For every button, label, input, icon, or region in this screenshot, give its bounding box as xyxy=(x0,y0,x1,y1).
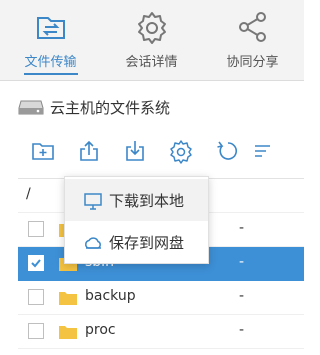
file-transfer-icon xyxy=(36,17,65,39)
menu-item-download-local[interactable]: 下载到本地 xyxy=(65,179,208,221)
cloud-drive-icon xyxy=(85,237,101,249)
new-folder-button[interactable] xyxy=(30,138,56,164)
download-button[interactable] xyxy=(122,138,148,164)
top-tab-bar: 文件传输 会话详情 协同分享 xyxy=(0,0,304,80)
file-size: - xyxy=(239,288,245,304)
upload-button[interactable] xyxy=(76,138,102,164)
file-toolbar xyxy=(18,134,288,168)
row-checkbox[interactable] xyxy=(28,323,44,339)
sort-button[interactable] xyxy=(250,138,276,164)
menu-item-save-to-cloud[interactable]: 保存到网盘 xyxy=(65,221,208,263)
new-folder-icon xyxy=(32,143,54,160)
file-name: backup xyxy=(85,288,136,304)
refresh-icon xyxy=(217,141,238,160)
file-size: - xyxy=(239,220,245,236)
tab-file-transfer[interactable]: 文件传输 xyxy=(0,0,101,80)
share-icon xyxy=(238,12,266,42)
active-tab-indicator xyxy=(24,73,78,75)
row-checkbox[interactable] xyxy=(28,221,44,237)
monitor-icon xyxy=(84,193,102,210)
tab-bar-divider xyxy=(0,80,304,81)
hard-drive-icon xyxy=(18,100,44,115)
section-title: 云主机的文件系统 xyxy=(50,99,171,117)
refresh-button[interactable] xyxy=(214,138,240,164)
tab-session-details[interactable]: 会话详情 xyxy=(101,0,202,80)
checkmark-icon xyxy=(31,259,41,268)
tab-label-session-details: 会话详情 xyxy=(125,55,178,70)
table-row[interactable]: backup - xyxy=(18,281,304,315)
tab-label-file-transfer: 文件传输 xyxy=(24,55,77,70)
folder-icon xyxy=(59,292,77,305)
row-checkbox[interactable] xyxy=(28,289,44,305)
table-row[interactable]: proc - xyxy=(18,315,304,349)
tab-collab-share[interactable]: 协同分享 xyxy=(202,0,303,80)
upload-icon xyxy=(80,140,98,161)
tab-label-collab-share: 协同分享 xyxy=(226,55,279,70)
menu-item-label: 下载到本地 xyxy=(109,192,185,210)
settings-icon xyxy=(170,140,192,164)
sort-icon xyxy=(255,145,270,157)
current-path: / xyxy=(26,186,31,202)
row-checkbox[interactable] xyxy=(28,255,44,271)
download-menu: 下载到本地 保存到网盘 xyxy=(64,176,209,264)
menu-item-label: 保存到网盘 xyxy=(109,234,185,252)
folder-icon xyxy=(59,326,77,339)
file-name: proc xyxy=(85,322,116,338)
download-icon xyxy=(126,141,144,161)
section-header: 云主机的文件系统 xyxy=(18,92,288,124)
settings-button[interactable] xyxy=(168,138,194,164)
file-size: - xyxy=(239,322,245,338)
gear-icon xyxy=(137,12,166,44)
file-size: - xyxy=(239,254,245,270)
